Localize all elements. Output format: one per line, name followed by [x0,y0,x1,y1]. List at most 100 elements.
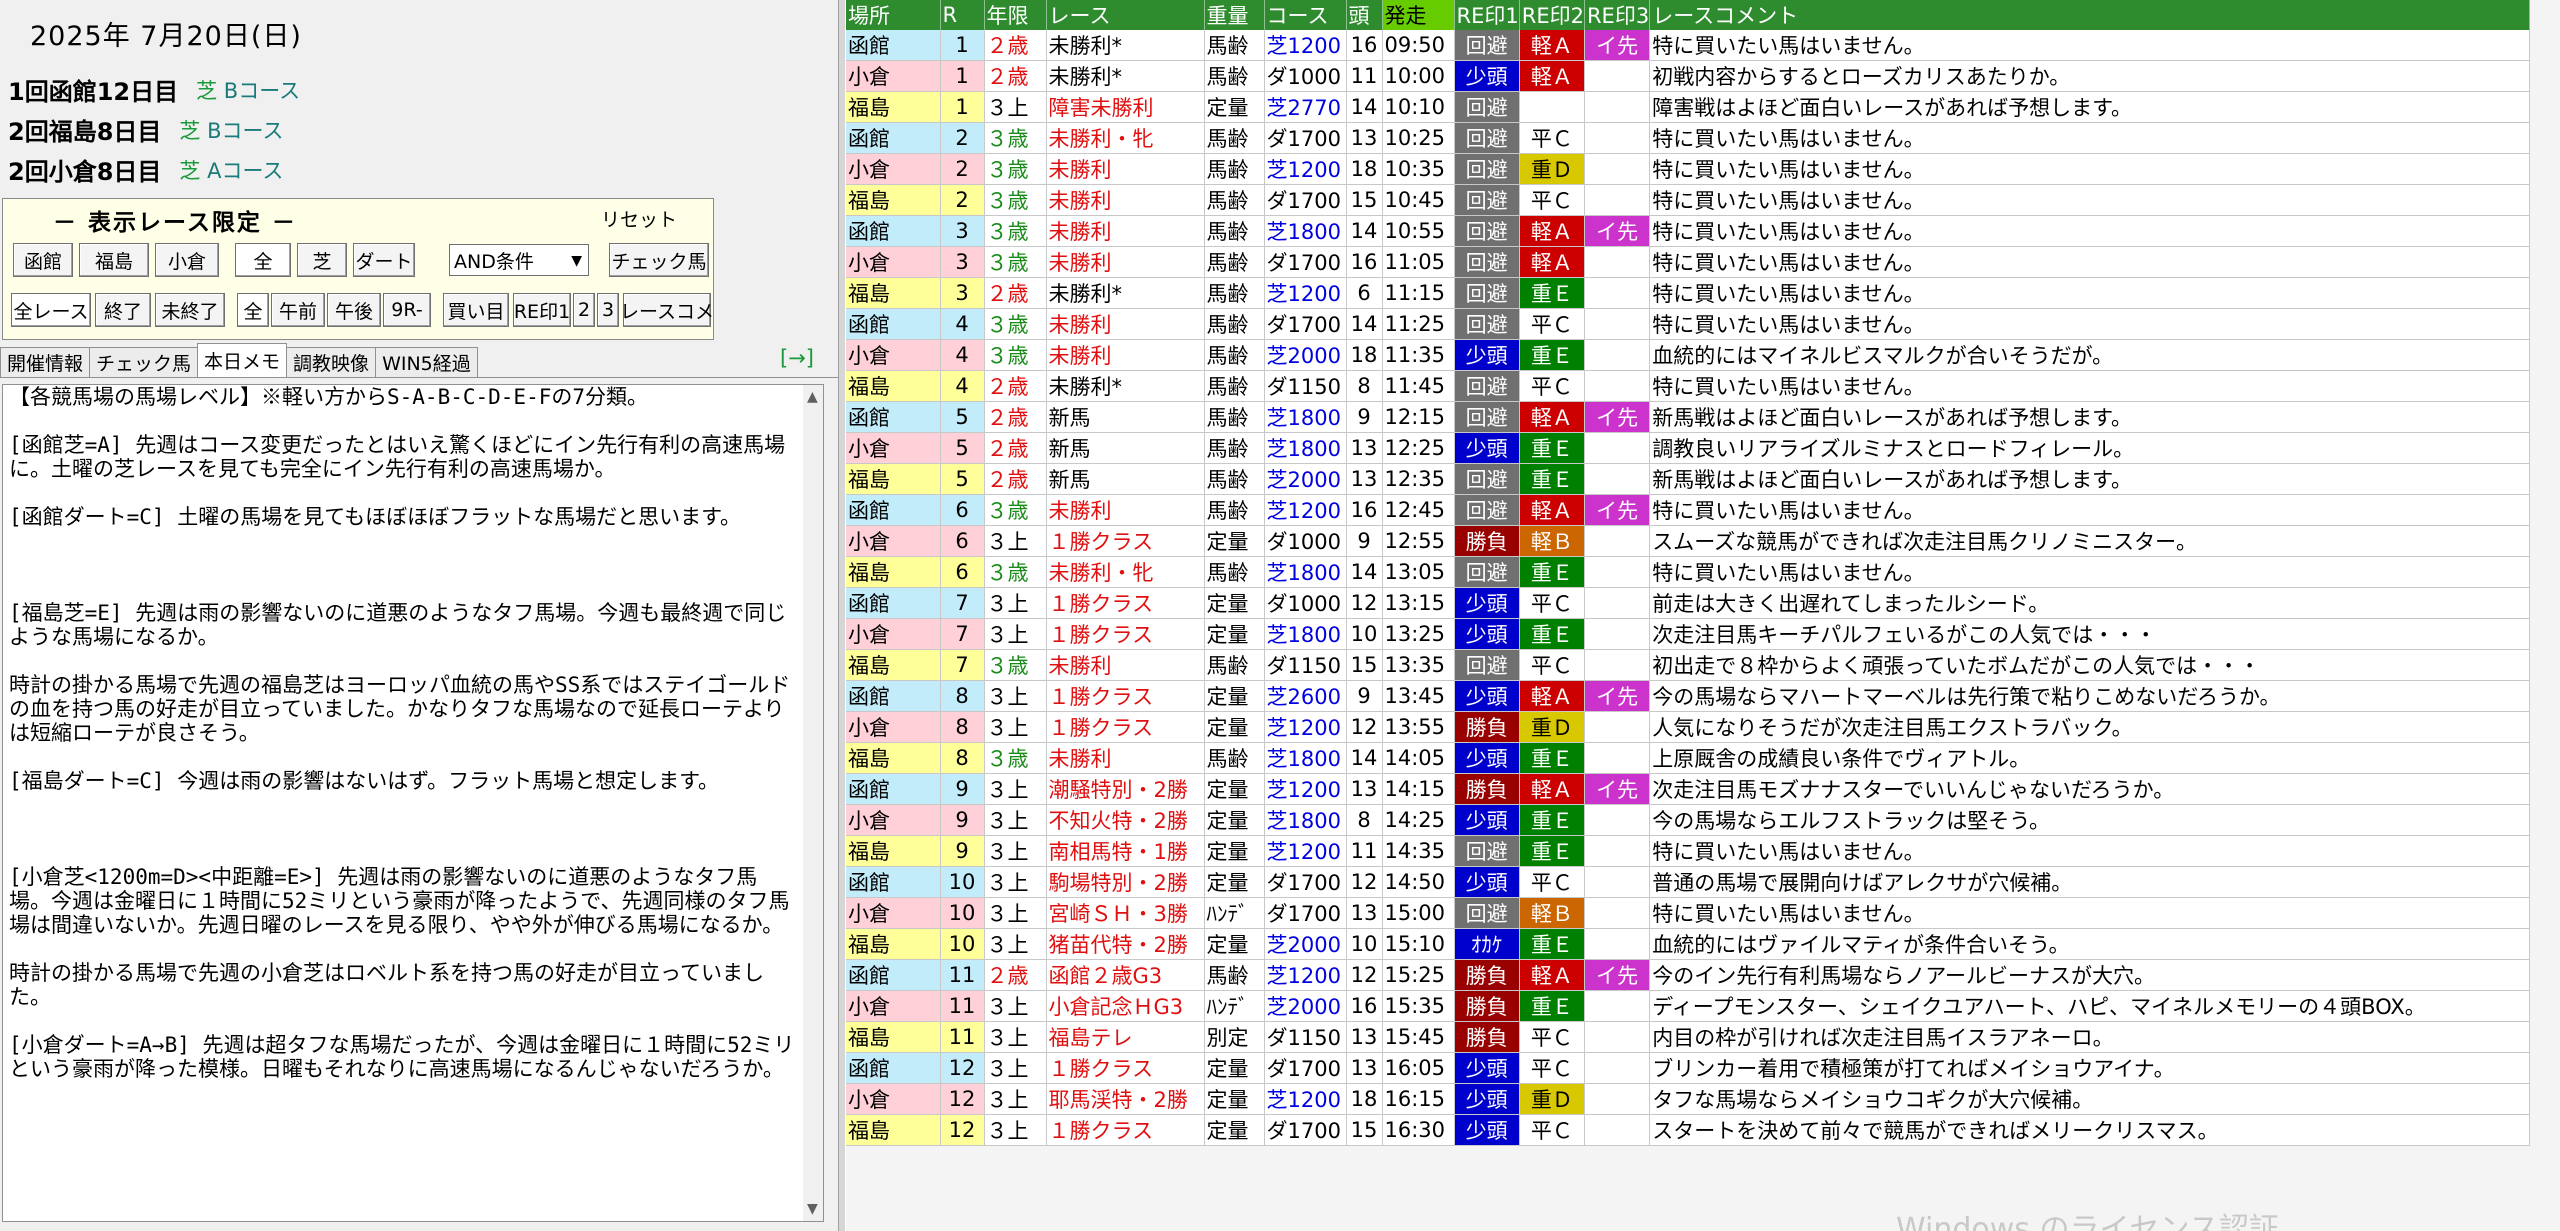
race-comment-button[interactable]: レースコメ [620,293,714,327]
col-header-race-name[interactable]: レース [1046,0,1205,30]
table-row[interactable]: 函館 12 ３上 １勝クラス 定量 ダ1700 13 16:05 少頭 平Ｃ ブリンカー着用で積極策… [846,1052,2531,1085]
table-row[interactable]: 函館 6 ３歳 未勝利 馬齢 芝1200 16 12:45 回避 軽Ａ イ先 特に買いたい馬はいません… [846,494,2531,527]
cell-course: ダ1700 [1264,122,1347,155]
expand-arrow-button[interactable]: [→] [780,346,814,370]
table-row[interactable]: 福島 10 ３上 猪苗代特・2勝 定量 芝2000 10 15:10 ｵｶｹ 重Ｅ 血統的にはヴァイ… [846,928,2531,961]
table-row[interactable]: 小倉 4 ３歳 未勝利 馬齢 芝2000 18 11:35 少頭 重Ｅ 血統的にはマイネルビスマルク… [846,339,2531,372]
check-horse-button[interactable]: チェック馬 [609,243,709,277]
table-row[interactable]: 小倉 1 ２歳 未勝利* 馬齢 ダ1000 11 10:00 少頭 軽Ａ 初戦内容からするとローズカ… [846,60,2531,93]
table-row[interactable]: 福島 5 ２歳 新馬 馬齢 芝2000 13 12:35 回避 重Ｅ 新馬戦はよほど面白いレースがあ… [846,463,2531,496]
cell-age: ３歳 [984,494,1047,527]
cell-runners: 9 [1346,401,1383,434]
scroll-up-icon[interactable]: ▲ [807,389,818,405]
cell-course: 芝1200 [1264,711,1347,744]
table-row[interactable]: 函館 7 ３上 １勝クラス 定量 ダ1000 12 13:15 少頭 平Ｃ 前走は大きく出遅れてしま… [846,587,2531,620]
table-row[interactable]: 福島 2 ３歳 未勝利 馬齢 ダ1700 15 10:45 回避 平Ｃ 特に買いたい馬はいません。 [846,184,2531,217]
table-row[interactable]: 函館 11 ２歳 函館２歳G3 馬齢 芝1200 12 15:25 勝負 軽Ａ イ先 今のイン先行有利… [846,959,2531,992]
col-header-mark2[interactable]: RE印2 [1519,0,1585,30]
table-row[interactable]: 函館 10 ３上 駒場特別・2勝 定量 ダ1700 12 14:50 少頭 平Ｃ 普通の馬場で展開向… [846,866,2531,899]
table-row[interactable]: 小倉 7 ３上 １勝クラス 定量 芝1800 10 13:25 少頭 重Ｅ 次走注目馬キーチパルフェ… [846,618,2531,651]
scroll-down-icon[interactable]: ▼ [807,1201,818,1217]
cell-race-name: 未勝利* [1046,60,1205,93]
filter-venue-hakodate[interactable]: 函館 [13,243,73,277]
filter-status-finished[interactable]: 終了 [95,293,151,327]
cell-runners: 13 [1346,1052,1383,1085]
table-row[interactable]: 福島 6 ３歳 未勝利・牝 馬齢 芝1800 14 13:05 回避 重Ｅ 特に買いたい馬はいません… [846,556,2531,589]
condition-select[interactable]: AND条件 ▼ [449,244,589,276]
table-row[interactable]: 小倉 12 ３上 耶馬渓特・2勝 定量 芝1200 18 16:15 少頭 重Ｄ タフな馬場ならメイ… [846,1083,2531,1116]
reset-button[interactable]: リセット [601,205,677,232]
col-header-race-no[interactable]: R [940,0,985,30]
tab-training-video[interactable]: 調教映像 [286,347,377,377]
table-row[interactable]: 函館 2 ３歳 未勝利・牝 馬齢 ダ1700 13 10:25 回避 平Ｃ 特に買いたい馬はいません… [846,122,2531,155]
table-row[interactable]: 福島 11 ３上 福島テレ 別定 ダ1150 13 15:45 勝負 平Ｃ 内目の枠が引ければ次走注… [846,1021,2531,1054]
col-header-venue[interactable]: 場所 [846,0,941,30]
table-row[interactable]: 小倉 10 ３上 宮崎ＳＨ・3勝 ﾊﾝﾃﾞ ダ1700 13 15:00 回避 軽Ｂ 特に買いたい馬… [846,897,2531,930]
table-row[interactable]: 福島 9 ３上 南相馬特・1勝 定量 芝1200 11 14:35 回避 重Ｅ 特に買いたい馬はいま… [846,835,2531,868]
filter-surface-dirt[interactable]: ダート [353,243,415,277]
table-row[interactable]: 函館 4 ３歳 未勝利 馬齢 ダ1700 14 11:25 回避 平Ｃ 特に買いたい馬はいません。 [846,308,2531,341]
table-row[interactable]: 福島 1 ３上 障害未勝利 定量 芝2770 14 10:10 回避 障害戦はよほど面白いレースが… [846,91,2531,124]
cell-venue: 福島 [846,370,941,403]
filter-surface-turf[interactable]: 芝 [297,243,347,277]
table-row[interactable]: 函館 1 ２歳 未勝利* 馬齢 芝1200 16 09:50 回避 軽Ａ イ先 特に買いたい馬はいませ… [846,30,2531,62]
table-row[interactable]: 小倉 9 ３上 不知火特・2勝 定量 芝1800 8 14:25 少頭 重Ｅ 今の馬場ならエルフスト… [846,804,2531,837]
cell-post-time: 12:35 [1382,463,1455,496]
table-row[interactable]: 小倉 8 ３上 １勝クラス 定量 芝1200 12 13:55 勝負 重Ｄ 人気になりそうだが次走注… [846,711,2531,744]
cell-runners: 15 [1346,1114,1383,1147]
cell-venue: 小倉 [846,1083,941,1116]
col-header-age[interactable]: 年限 [984,0,1047,30]
filter-time-9r[interactable]: 9R- [383,293,431,327]
cell-post-time: 16:30 [1382,1114,1455,1147]
mark1-button[interactable]: RE印1 [513,293,571,327]
table-row[interactable]: 福島 7 ３歳 未勝利 馬齢 ダ1150 15 13:35 回避 平Ｃ 初出走で８枠からよく頑張って… [846,649,2531,682]
table-row[interactable]: 函館 5 ２歳 新馬 馬齢 芝1800 9 12:15 回避 軽Ａ イ先 新馬戦はよほど面白いレースが… [846,401,2531,434]
filter-time-afternoon[interactable]: 午後 [327,293,381,327]
table-row[interactable]: 小倉 11 ３上 小倉記念ＨG3 ﾊﾝﾃﾞ 芝2000 16 15:35 勝負 重Ｅ ディープモンス… [846,990,2531,1023]
table-row[interactable]: 福島 3 ２歳 未勝利* 馬齢 芝1200 6 11:15 回避 重Ｅ 特に買いたい馬はいません。 [846,277,2531,310]
cell-post-time: 12:45 [1382,494,1455,527]
mark3-button[interactable]: 3 [597,293,619,327]
memo-scrollbar[interactable]: ▲ ▼ [803,385,823,1221]
col-header-runners[interactable]: 頭 [1346,0,1383,30]
col-header-weight[interactable]: 重量 [1204,0,1265,30]
cell-venue: 小倉 [846,804,941,837]
col-header-comment[interactable]: レースコメント [1649,0,2531,30]
cell-comment: 今のイン先行有利馬場ならノアールビーナスが大穴。 [1649,959,2531,992]
buy-button[interactable]: 買い目 [443,293,509,327]
table-row[interactable]: 函館 9 ３上 潮騒特別・2勝 定量 芝1200 13 14:15 勝負 軽Ａ イ先 次走注目馬モズナ… [846,773,2531,806]
col-header-course[interactable]: コース [1264,0,1347,30]
table-row[interactable]: 函館 3 ３歳 未勝利 馬齢 芝1800 14 10:55 回避 軽Ａ イ先 特に買いたい馬はいません… [846,215,2531,248]
col-header-mark1[interactable]: RE印1 [1454,0,1520,30]
table-row[interactable]: 福島 4 ２歳 未勝利* 馬齢 ダ1150 8 11:45 回避 平Ｃ 特に買いたい馬はいません。 [846,370,2531,403]
cell-comment: 特に買いたい馬はいません。 [1649,277,2531,310]
tab-check-horse[interactable]: チェック馬 [89,347,199,377]
pane-splitter[interactable] [838,0,846,1231]
filter-time-all[interactable]: 全 [237,293,269,327]
tab-meeting-info[interactable]: 開催情報 [0,347,91,377]
mark2-button[interactable]: 2 [573,293,595,327]
col-header-post-time[interactable]: 発走 [1382,0,1455,30]
filter-time-morning[interactable]: 午前 [271,293,325,327]
filter-surface-all[interactable]: 全 [235,243,291,277]
filter-status-unfinished[interactable]: 未終了 [155,293,225,327]
table-row[interactable]: 小倉 3 ３歳 未勝利 馬齢 ダ1700 16 11:05 回避 軽Ａ 特に買いたい馬はいません。 [846,246,2531,279]
table-row[interactable]: 小倉 5 ２歳 新馬 馬齢 芝1800 13 12:25 少頭 重Ｅ 調教良いリアライズルミナスとロ… [846,432,2531,465]
col-header-mark3[interactable]: RE印3 [1584,0,1651,30]
cell-post-time: 15:10 [1382,928,1455,961]
table-row[interactable]: 福島 8 ３歳 未勝利 馬齢 芝1800 14 14:05 少頭 重Ｅ 上原厩舎の成績良い条件でヴィ… [846,742,2531,775]
memo-textarea[interactable]: 【各競馬場の馬場レベル】※軽い方からS-A-B-C-D-E-Fの7分類。 [函館… [2,384,824,1222]
cell-post-time: 16:15 [1382,1083,1455,1116]
table-row[interactable]: 函館 8 ３上 １勝クラス 定量 芝2600 9 13:45 少頭 軽Ａ イ先 今の馬場ならマハートマ… [846,680,2531,713]
table-row[interactable]: 小倉 6 ３上 １勝クラス 定量 ダ1000 9 12:55 勝負 軽Ｂ スムーズな競馬ができれば次… [846,525,2531,558]
table-row[interactable]: 小倉 2 ３歳 未勝利 馬齢 芝1200 18 10:35 回避 重Ｄ 特に買いたい馬はいません。 [846,153,2531,186]
tab-today-memo[interactable]: 本日メモ [197,343,288,377]
table-row[interactable]: 福島 12 ３上 １勝クラス 定量 ダ1700 15 16:30 少頭 平Ｃ スタートを決めて前々で… [846,1114,2531,1147]
filter-venue-fukushima[interactable]: 福島 [79,243,149,277]
filter-venue-kokura[interactable]: 小倉 [155,243,219,277]
cell-mark1: 少頭 [1454,804,1520,837]
tab-win5[interactable]: WIN5経過 [375,347,478,377]
filter-status-all[interactable]: 全レース [11,293,91,327]
cell-race-name: １勝クラス [1046,1114,1205,1147]
cell-post-time: 12:15 [1382,401,1455,434]
